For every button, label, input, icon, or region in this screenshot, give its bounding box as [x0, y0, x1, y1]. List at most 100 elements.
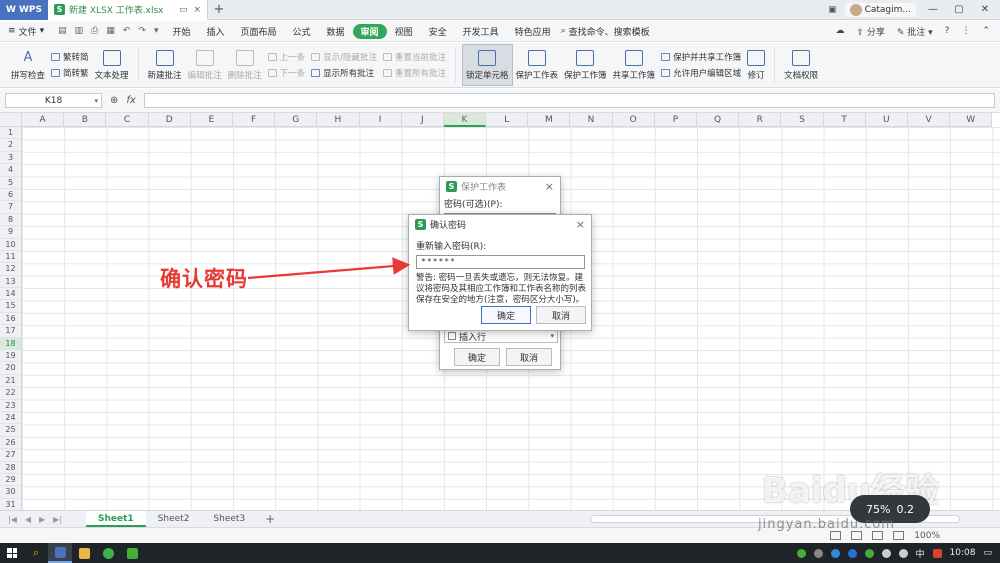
next-comment-button[interactable]: 下一条 — [267, 67, 305, 79]
share-button[interactable]: ⇪ 分享 — [856, 25, 884, 38]
row-header[interactable]: 4 — [0, 164, 21, 177]
simp-to-trad-button[interactable]: 简转繁 — [51, 67, 89, 79]
add-sheet-button[interactable]: + — [257, 512, 283, 526]
protect-sheet-button[interactable]: 保护工作表 — [513, 44, 562, 86]
fx-icon[interactable]: fx — [126, 95, 135, 106]
row-header[interactable]: 9 — [0, 226, 21, 239]
menu-developer[interactable]: 开发工具 — [455, 24, 507, 39]
menu-insert[interactable]: 插入 — [198, 24, 232, 39]
column-header[interactable]: U — [866, 113, 908, 127]
collapse-ribbon-icon[interactable]: ⌃ — [982, 26, 990, 36]
chevron-down-icon[interactable]: ▾ — [154, 26, 159, 36]
column-header[interactable]: V — [908, 113, 951, 127]
show-hide-comment-button[interactable]: 显示/隐藏批注 — [311, 51, 377, 63]
column-header[interactable]: P — [655, 113, 697, 127]
row-header[interactable]: 1 — [0, 127, 21, 140]
menu-start[interactable]: 开始 — [164, 24, 198, 39]
row-header[interactable]: 6 — [0, 189, 21, 202]
input-lang[interactable]: 中 — [916, 547, 925, 560]
tray-wechat-icon[interactable] — [796, 548, 806, 558]
column-header[interactable]: O — [613, 113, 655, 127]
row-header[interactable]: 21 — [0, 375, 21, 388]
tray-app-icon[interactable] — [813, 548, 823, 558]
row-header[interactable]: 27 — [0, 449, 21, 462]
zoom-lookup-icon[interactable]: ⊕ — [110, 95, 118, 106]
row-header[interactable]: 5 — [0, 177, 21, 189]
menu-formula[interactable]: 公式 — [285, 24, 319, 39]
zoom-level[interactable]: 100% — [914, 531, 940, 541]
menu-review[interactable]: 审阅 — [352, 23, 387, 39]
row-header[interactable]: 13 — [0, 276, 21, 289]
show-all-comments-button[interactable]: 显示所有批注 — [311, 67, 377, 79]
row-header[interactable]: 15 — [0, 300, 21, 313]
share-workbook-button[interactable]: 共享工作簿 — [610, 44, 659, 86]
column-header[interactable]: M — [528, 113, 571, 127]
start-button[interactable] — [0, 543, 24, 563]
doc-permission-button[interactable]: 文档权限 — [781, 44, 821, 86]
row-header[interactable]: 17 — [0, 325, 21, 338]
export-pdf-icon[interactable]: ▥ — [75, 26, 84, 36]
row-header[interactable]: 19 — [0, 350, 21, 363]
user-account[interactable]: Catagim... — [844, 2, 916, 17]
tray-bluetooth-icon[interactable] — [847, 548, 857, 558]
normal-view-icon[interactable] — [851, 531, 863, 540]
tray-volume-icon[interactable] — [898, 548, 908, 558]
row-header[interactable]: 10 — [0, 239, 21, 251]
close-icon[interactable]: × — [545, 180, 554, 193]
column-header[interactable]: B — [64, 113, 107, 127]
command-search[interactable]: ⌕ 查找命令、搜索模板 — [561, 25, 650, 38]
close-window-icon[interactable]: ✕ — [976, 4, 994, 15]
column-header[interactable]: D — [149, 113, 191, 127]
sheet-tab-2[interactable]: Sheet2 — [146, 511, 202, 527]
redo-icon[interactable]: ↷ — [138, 26, 146, 36]
insert-rows-checkbox[interactable] — [448, 332, 456, 340]
row-header[interactable]: 20 — [0, 362, 21, 375]
revise-button[interactable]: 修订 — [744, 44, 768, 86]
sheet-tab-1[interactable]: Sheet1 — [86, 511, 146, 527]
row-header[interactable]: 24 — [0, 412, 21, 425]
name-box[interactable]: K18 ▾ — [5, 93, 102, 108]
row-header[interactable]: 18 — [0, 337, 21, 351]
formula-input[interactable] — [143, 93, 995, 108]
eye-protection-icon[interactable] — [830, 531, 842, 540]
tray-message-icon[interactable] — [864, 548, 874, 558]
new-comment-button[interactable]: 新建批注 — [145, 44, 185, 86]
column-header[interactable]: G — [275, 113, 318, 127]
print-preview-icon[interactable]: ▦ — [106, 26, 115, 36]
protect-ok-button[interactable]: 确定 — [454, 348, 500, 366]
first-sheet-icon[interactable]: |◀ — [8, 515, 17, 524]
row-header[interactable]: 8 — [0, 214, 21, 227]
row-header[interactable]: 30 — [0, 486, 21, 499]
taskbar-chat[interactable] — [96, 543, 120, 563]
menu-special-apps[interactable]: 特色应用 — [507, 24, 559, 39]
column-header[interactable]: K — [443, 113, 487, 127]
edit-comment-button[interactable]: 编辑批注 — [185, 44, 225, 86]
menu-view[interactable]: 视图 — [387, 24, 421, 39]
row-header[interactable]: 7 — [0, 201, 21, 214]
column-header[interactable]: W — [950, 113, 993, 127]
text-process-button[interactable]: 文本处理 — [92, 44, 132, 86]
spellcheck-button[interactable]: A 拼写检查 — [8, 44, 48, 86]
undo-icon[interactable]: ↶ — [123, 26, 131, 36]
confirm-cancel-button[interactable]: 取消 — [536, 306, 586, 324]
page-break-icon[interactable] — [893, 531, 905, 540]
taskbar-search[interactable]: ⌕ — [24, 543, 48, 563]
sheet-tab-3[interactable]: Sheet3 — [201, 511, 257, 527]
new-tab-button[interactable]: + — [208, 2, 230, 17]
row-header[interactable]: 31 — [0, 499, 21, 510]
lock-cell-button[interactable]: 锁定单元格 — [462, 44, 513, 86]
column-header[interactable]: A — [22, 113, 65, 127]
reset-current-comment-button[interactable]: 重置当前批注 — [382, 51, 446, 63]
taskbar-wps[interactable] — [48, 543, 72, 563]
row-header[interactable]: 16 — [0, 313, 21, 326]
cloud-sync-icon[interactable]: ☁ — [835, 26, 844, 36]
column-header[interactable]: N — [570, 113, 613, 127]
comment-button[interactable]: ✎ 批注 ▾ — [897, 25, 933, 38]
select-all-corner[interactable] — [0, 113, 22, 127]
prev-sheet-icon[interactable]: ◀ — [25, 515, 31, 524]
delete-comment-button[interactable]: 删除批注 — [225, 44, 265, 86]
column-header[interactable]: S — [781, 113, 824, 127]
row-header[interactable]: 22 — [0, 387, 21, 400]
menu-page-layout[interactable]: 页面布局 — [233, 24, 285, 39]
tab-count-icon[interactable]: ▣ — [828, 5, 837, 15]
